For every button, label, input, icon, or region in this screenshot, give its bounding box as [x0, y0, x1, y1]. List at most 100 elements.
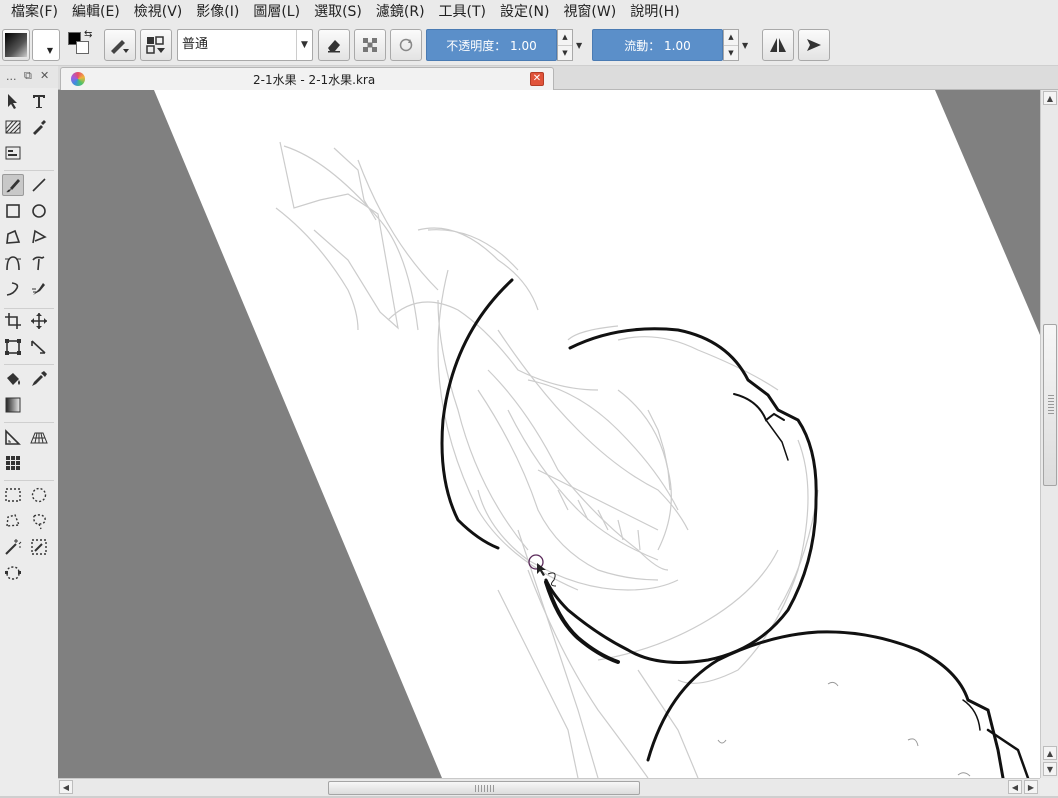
gradient-edit-tool[interactable] — [2, 142, 24, 164]
brush-editor-button[interactable] — [140, 29, 172, 61]
menu-file[interactable]: 檔案(F) — [4, 0, 65, 24]
vertical-scrollbar[interactable]: ▲ ▲ ▼ — [1040, 90, 1058, 778]
background-color-icon — [76, 41, 89, 54]
fg-bg-color-swatch[interactable]: ⇆ — [66, 29, 98, 61]
gradient-swatch-icon — [5, 33, 27, 57]
freehand-select-tool[interactable] — [28, 510, 50, 532]
menu-settings[interactable]: 設定(N) — [493, 0, 556, 24]
polyline-tool[interactable] — [28, 226, 50, 248]
freehand-path-icon — [32, 256, 45, 271]
perspective-grid-icon — [30, 432, 48, 444]
grip-icon — [475, 785, 495, 792]
polygon-tool[interactable] — [2, 226, 24, 248]
ellipse-tool[interactable] — [28, 200, 50, 222]
bezier-select-tool[interactable] — [2, 562, 24, 584]
blend-mode-select[interactable]: 普通 ▼ — [177, 29, 313, 61]
scroll-up-icon[interactable]: ▲ — [1043, 91, 1057, 105]
flow-spinner[interactable]: ▲ ▼ — [723, 29, 739, 61]
float-icon[interactable]: ⧉ — [24, 69, 32, 83]
menu-view[interactable]: 檢視(V) — [127, 0, 190, 24]
paint-bucket-icon — [7, 373, 20, 385]
assistant-ruler-icon — [5, 429, 21, 445]
preserve-alpha-button[interactable] — [354, 29, 386, 61]
horizontal-scroll-thumb[interactable] — [328, 781, 640, 795]
text-tool[interactable] — [28, 90, 50, 112]
menu-layer[interactable]: 圖層(L) — [246, 0, 307, 24]
crop-tool[interactable] — [2, 310, 24, 332]
brush-preset-button[interactable] — [104, 29, 136, 61]
mirror-vertical-icon — [807, 39, 821, 51]
spin-up-icon[interactable]: ▲ — [558, 30, 572, 45]
move-tool[interactable] — [28, 310, 50, 332]
swap-colors-icon[interactable]: ⇆ — [84, 29, 92, 40]
calligraphy-tool[interactable] — [28, 116, 50, 138]
transform-tool[interactable] — [2, 336, 24, 358]
fill-tool[interactable] — [2, 368, 24, 390]
polygon-select-icon — [6, 514, 21, 527]
menu-select[interactable]: 選取(S) — [307, 0, 369, 24]
document-tab[interactable]: 2-1水果 - 2-1水果.kra ✕ — [60, 67, 554, 90]
ellipse-select-tool[interactable] — [28, 484, 50, 506]
brush-settings-icon — [146, 36, 165, 54]
dynamic-brush-tool[interactable] — [28, 278, 50, 300]
spin-up-icon[interactable]: ▲ — [724, 30, 738, 45]
select-shapes-tool[interactable] — [2, 90, 24, 112]
assistant-tool[interactable] — [2, 426, 24, 448]
line-tool[interactable] — [28, 174, 50, 196]
freehand-path-tool[interactable] — [28, 252, 50, 274]
select-arrow-icon — [8, 94, 17, 109]
opacity-spinner[interactable]: ▲ ▼ — [557, 29, 573, 61]
bezier-curve-tool[interactable] — [2, 252, 24, 274]
opacity-slider[interactable]: 不透明度： 1.00 — [426, 29, 557, 61]
grid-tool[interactable] — [2, 452, 24, 474]
pattern-selector-button[interactable]: ▼ — [32, 29, 60, 61]
menu-image[interactable]: 影像(I) — [189, 0, 246, 24]
magic-wand-tool[interactable] — [2, 536, 24, 558]
curve-path-tool[interactable] — [2, 278, 24, 300]
menu-edit[interactable]: 編輯(E) — [65, 0, 127, 24]
spin-down-icon[interactable]: ▼ — [558, 44, 572, 61]
scroll-right-icon[interactable]: ▶ — [1024, 780, 1038, 794]
menu-tools[interactable]: 工具(T) — [432, 0, 493, 24]
flow-menu-arrow[interactable]: ▼ — [742, 29, 752, 61]
menu-help[interactable]: 說明(H) — [623, 0, 686, 24]
scroll-down-step-icon[interactable]: ▲ — [1043, 746, 1057, 760]
freehand-brush-tool[interactable] — [2, 174, 24, 196]
rectangle-icon — [6, 204, 20, 218]
drawing-canvas[interactable] — [58, 90, 1040, 778]
vertical-scroll-thumb[interactable] — [1043, 324, 1057, 486]
gradient-selector-button[interactable] — [2, 29, 30, 61]
blend-mode-value: 普通 — [182, 37, 209, 52]
measure-tool[interactable] — [28, 336, 50, 358]
similar-select-tool[interactable] — [28, 536, 50, 558]
close-icon[interactable]: ✕ — [40, 69, 49, 82]
perspective-grid-tool[interactable] — [28, 426, 50, 448]
scroll-left-icon[interactable]: ◀ — [59, 780, 73, 794]
pattern-edit-tool[interactable] — [2, 116, 24, 138]
scroll-right-step-icon[interactable]: ◀ — [1008, 780, 1022, 794]
scroll-down-icon[interactable]: ▼ — [1043, 762, 1057, 776]
gradient-tool[interactable] — [2, 394, 24, 416]
eraser-mode-button[interactable] — [318, 29, 350, 61]
polyline-icon — [32, 229, 47, 244]
pattern-icon — [5, 120, 21, 134]
rectangle-tool[interactable] — [2, 200, 24, 222]
opacity-menu-arrow[interactable]: ▼ — [576, 29, 586, 61]
move-icon — [31, 313, 47, 329]
spin-down-icon[interactable]: ▼ — [724, 44, 738, 61]
mirror-horizontal-button[interactable] — [762, 29, 794, 61]
horizontal-scrollbar[interactable]: ◀ ◀ ▶ — [58, 778, 1040, 796]
close-tab-icon[interactable]: ✕ — [530, 72, 544, 86]
menu-filter[interactable]: 濾鏡(R) — [369, 0, 432, 24]
reload-preset-button[interactable] — [390, 29, 422, 61]
polygon-select-tool[interactable] — [2, 510, 24, 532]
ellipse-icon — [32, 204, 46, 218]
crop-icon — [5, 313, 21, 329]
mirror-vertical-button[interactable] — [798, 29, 830, 61]
brush-toolbar: ▼ ⇆ 普通 ▼ 不透明度： 1.00 ▲ ▼ ▼ 流動： 1.00 ▲ ▼ ▼ — [0, 24, 1058, 66]
canvas-viewport[interactable] — [58, 90, 1040, 778]
color-picker-tool[interactable] — [28, 368, 50, 390]
menu-window[interactable]: 視窗(W) — [556, 0, 623, 24]
rect-select-tool[interactable] — [2, 484, 24, 506]
flow-slider[interactable]: 流動： 1.00 — [592, 29, 723, 61]
